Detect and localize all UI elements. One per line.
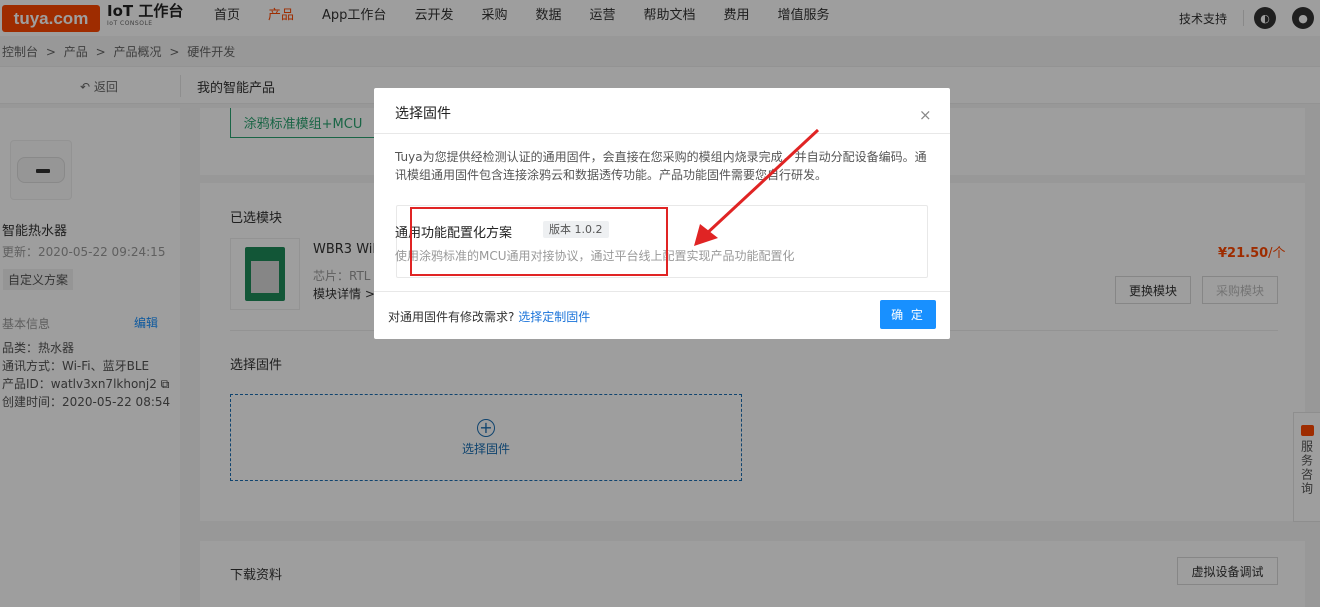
custom-firmware-link[interactable]: 选择定制固件: [518, 310, 590, 324]
modal-description: Tuya为您提供经检测认证的通用固件，会直接在您采购的模组内烧录完成，并自动分配…: [395, 150, 927, 182]
modal-footer-divider: [374, 291, 950, 292]
modal-title: 选择固件: [395, 106, 451, 122]
custom-firmware-prompt: 对通用固件有修改需求? 选择定制固件: [388, 308, 590, 325]
confirm-button[interactable]: 确 定: [880, 300, 936, 329]
highlight-box: [410, 207, 668, 276]
close-icon[interactable]: ×: [919, 108, 932, 123]
modal-header-divider: [374, 133, 950, 134]
custom-firmware-question: 对通用固件有修改需求?: [388, 310, 515, 324]
